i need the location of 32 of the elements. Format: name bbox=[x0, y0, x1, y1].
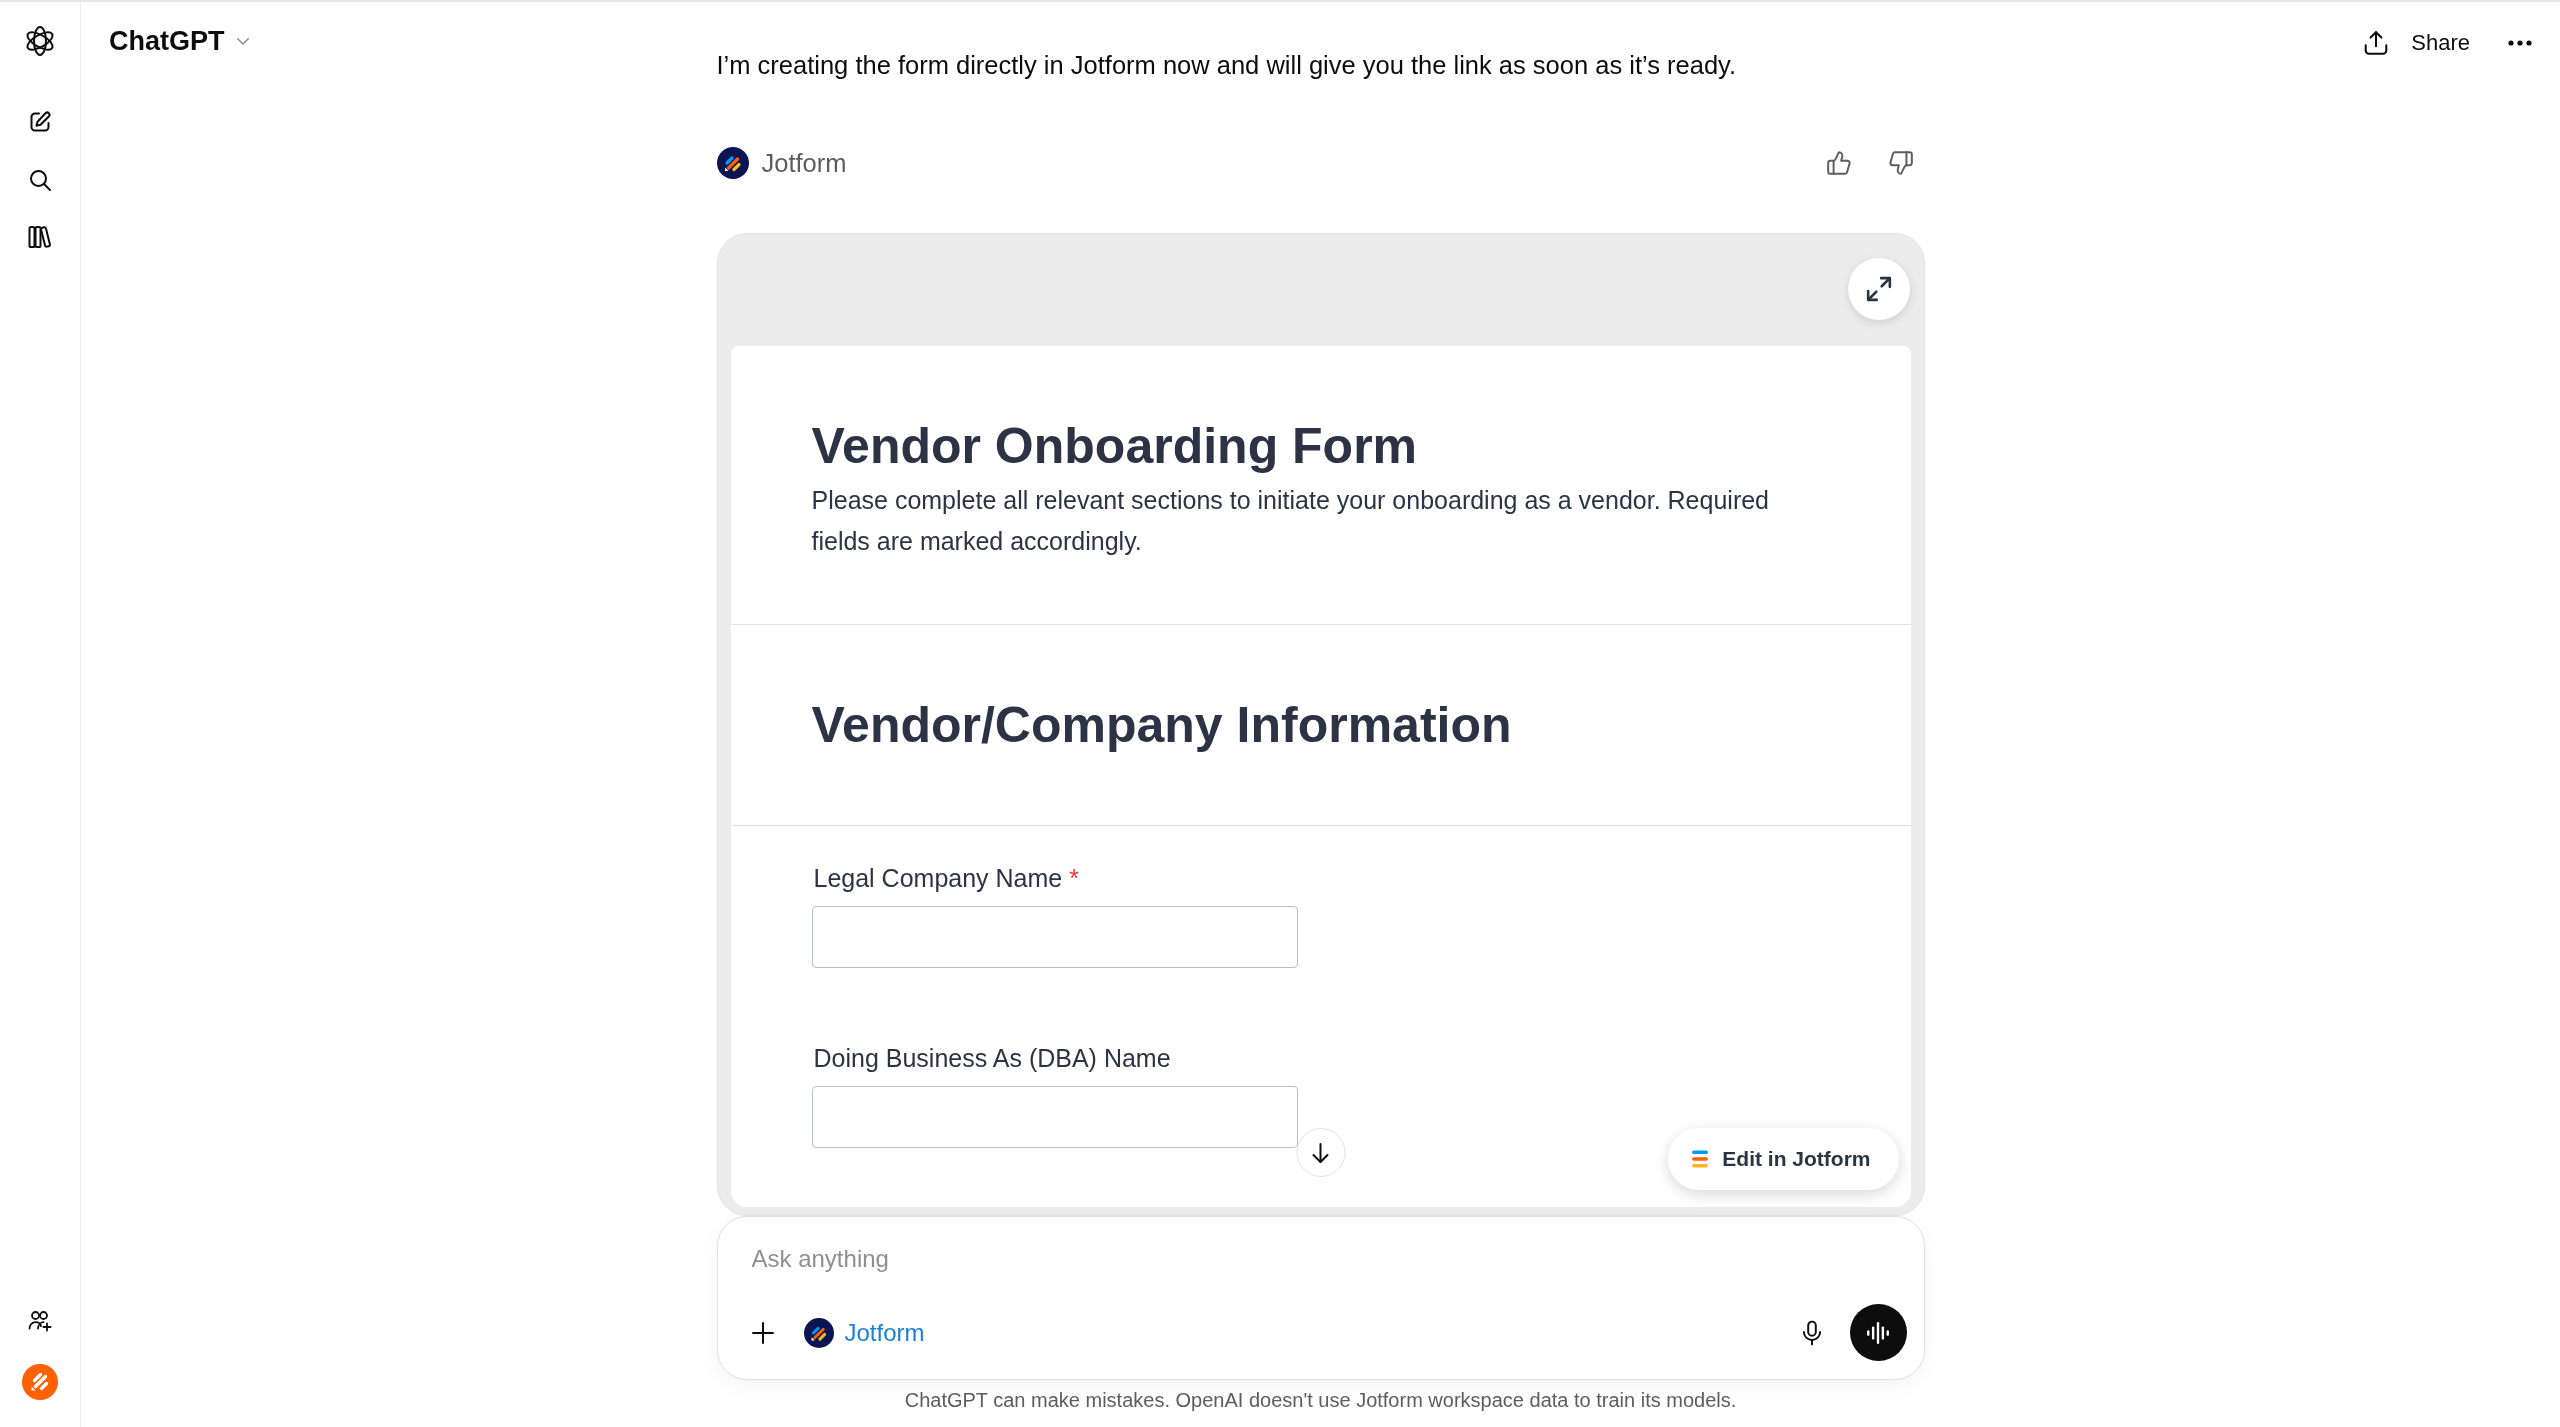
voice-button[interactable] bbox=[1849, 1304, 1907, 1361]
pencil-square-icon[interactable] bbox=[28, 110, 52, 134]
avatar-icon[interactable] bbox=[22, 1364, 58, 1400]
model-picker-button[interactable]: ChatGPT bbox=[109, 23, 252, 59]
books-icon[interactable] bbox=[28, 225, 52, 249]
plus-icon[interactable] bbox=[750, 1320, 775, 1345]
people-plus-icon[interactable] bbox=[28, 1309, 52, 1333]
text-input[interactable] bbox=[811, 906, 1298, 968]
expand-arrows-icon bbox=[1865, 276, 1892, 302]
form-description: Please complete all relevant sections to initiate your onboarding as a vendor. Required fields are marked accordingly. bbox=[811, 485, 1771, 557]
waveform-icon bbox=[1865, 1319, 1891, 1346]
search-icon[interactable] bbox=[28, 168, 52, 192]
share-button[interactable]: Share bbox=[2363, 25, 2470, 61]
field-label: Doing Business As (DBA) Name bbox=[813, 1043, 1172, 1074]
expand-button[interactable] bbox=[1847, 258, 1910, 320]
message-text: I’m creating the form directly in Jotform now and will give you the link as soon as it’s ready. bbox=[716, 50, 1737, 81]
flower-logo-icon[interactable] bbox=[24, 25, 56, 57]
stacked-bars-icon bbox=[1692, 1150, 1709, 1168]
text-input[interactable] bbox=[811, 1086, 1298, 1148]
section-heading: Vendor/Company Information bbox=[811, 696, 1513, 755]
app-logo-icon bbox=[803, 1317, 834, 1348]
field-label: Legal Company Name * bbox=[813, 863, 1080, 894]
tool-name: Jotform bbox=[761, 148, 847, 179]
tool-chip[interactable]: Jotform bbox=[803, 1316, 925, 1349]
edit-button[interactable]: Edit in Jotform bbox=[1668, 1128, 1899, 1190]
app-logo-icon bbox=[716, 147, 749, 179]
thumbs-down-icon[interactable] bbox=[1887, 150, 1914, 176]
disclaimer-text: ChatGPT can make mistakes. OpenAI doesn't use Jotform workspace data to train its models. bbox=[903, 1388, 1738, 1413]
form-title: Vendor Onboarding Form bbox=[811, 417, 1419, 476]
thumbs-up-icon[interactable] bbox=[1825, 150, 1852, 176]
upload-icon bbox=[2363, 30, 2390, 56]
message-input[interactable]: Ask anything bbox=[751, 1239, 1907, 1279]
